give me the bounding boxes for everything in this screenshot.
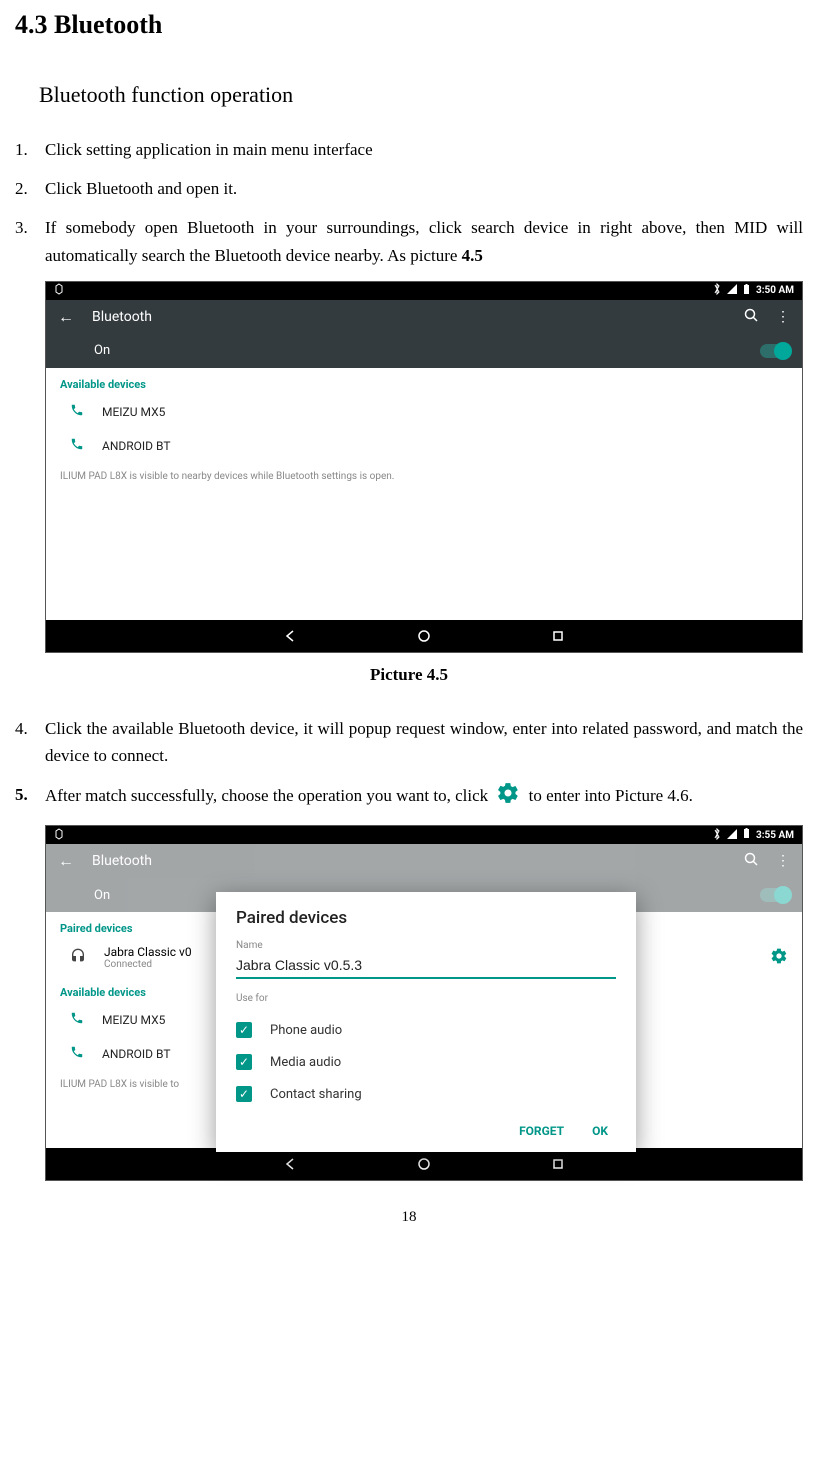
checkbox-checked-icon[interactable]: ✓ xyxy=(236,1022,252,1038)
step-text-part: If somebody open Bluetooth in your surro… xyxy=(45,218,803,264)
nav-home-icon[interactable] xyxy=(417,1157,431,1171)
nav-recent-icon[interactable] xyxy=(551,629,565,643)
step-4: 4. Click the available Bluetooth device,… xyxy=(15,715,803,769)
step-text: Click Bluetooth and open it. xyxy=(45,175,803,202)
page-title: Bluetooth xyxy=(92,853,726,869)
nav-back-icon[interactable] xyxy=(283,629,297,643)
step-text: If somebody open Bluetooth in your surro… xyxy=(45,214,803,268)
page-number: 18 xyxy=(15,1209,803,1226)
toggle-label: On xyxy=(94,343,110,358)
step-2: 2. Click Bluetooth and open it. xyxy=(15,175,803,202)
battery-icon xyxy=(743,828,750,842)
nav-bar xyxy=(46,1148,802,1180)
nav-back-icon[interactable] xyxy=(283,1157,297,1171)
device-row[interactable]: MEIZU MX5 xyxy=(46,395,802,429)
screenshot-paired-dialog: 3:55 AM ← Bluetooth ⋮ On Paired devices … xyxy=(45,825,803,1181)
step-number: 2. xyxy=(15,175,45,202)
option-label: Phone audio xyxy=(270,1023,342,1038)
subheading: Bluetooth function operation xyxy=(39,82,803,108)
device-name: MEIZU MX5 xyxy=(102,1013,165,1027)
headset-icon xyxy=(70,948,86,967)
picture-ref: 4.5 xyxy=(462,246,483,265)
ok-button[interactable]: OK xyxy=(592,1124,608,1138)
available-devices-label: Available devices xyxy=(46,368,802,395)
device-name: ANDROID BT xyxy=(102,439,171,453)
phone-icon xyxy=(70,1045,84,1063)
dialog-actions: FORGET OK xyxy=(236,1110,616,1142)
name-field-label: Name xyxy=(236,940,616,951)
option-label: Contact sharing xyxy=(270,1087,362,1102)
checkbox-checked-icon[interactable]: ✓ xyxy=(236,1086,252,1102)
step-text-part: After match successfully, choose the ope… xyxy=(45,786,488,805)
bluetooth-icon xyxy=(713,283,721,298)
bluetooth-toggle-row[interactable]: On xyxy=(46,334,802,368)
nav-bar xyxy=(46,620,802,652)
dialog-title: Paired devices xyxy=(236,908,616,928)
step-5: 5. After match successfully, choose the … xyxy=(15,781,803,813)
nav-recent-icon[interactable] xyxy=(551,1157,565,1171)
adb-icon xyxy=(54,828,64,843)
search-icon[interactable] xyxy=(744,852,758,870)
adb-icon xyxy=(54,283,64,298)
step-text-part: to enter into Picture 4.6. xyxy=(529,786,693,805)
device-row[interactable]: ANDROID BT xyxy=(46,429,802,463)
page-title: Bluetooth xyxy=(92,309,726,325)
switch-on[interactable] xyxy=(760,888,790,902)
media-audio-option[interactable]: ✓ Media audio xyxy=(236,1046,616,1078)
screenshot-bluetooth-list: 3:50 AM ← Bluetooth ⋮ On Available devic… xyxy=(45,281,803,653)
step-text: Click setting application in main menu i… xyxy=(45,136,803,163)
back-icon[interactable]: ← xyxy=(58,307,74,327)
step-number: 4. xyxy=(15,715,45,769)
step-number: 5. xyxy=(15,781,45,813)
nav-home-icon[interactable] xyxy=(417,629,431,643)
app-bar: ← Bluetooth ⋮ xyxy=(46,300,802,334)
status-bar: 3:50 AM xyxy=(46,282,802,300)
phone-audio-option[interactable]: ✓ Phone audio xyxy=(236,1014,616,1046)
status-time: 3:55 AM xyxy=(756,830,794,841)
paired-device-dialog: Paired devices Name Use for ✓ Phone audi… xyxy=(216,892,636,1152)
toggle-label: On xyxy=(94,888,110,903)
device-name: ANDROID BT xyxy=(102,1047,171,1061)
search-icon[interactable] xyxy=(744,308,758,326)
step-number: 1. xyxy=(15,136,45,163)
device-name: MEIZU MX5 xyxy=(102,405,165,419)
picture-caption: Picture 4.5 xyxy=(15,665,803,685)
back-icon[interactable]: ← xyxy=(58,851,74,871)
step-number: 3. xyxy=(15,214,45,268)
status-time: 3:50 AM xyxy=(756,285,794,296)
signal-icon xyxy=(727,284,737,297)
more-icon[interactable]: ⋮ xyxy=(776,309,790,325)
paired-device-status: Connected xyxy=(104,959,192,970)
status-bar: 3:55 AM xyxy=(46,826,802,844)
paired-device-name: Jabra Classic v0 xyxy=(104,945,192,959)
contact-sharing-option[interactable]: ✓ Contact sharing xyxy=(236,1078,616,1110)
visibility-note: ILIUM PAD L8X is visible to nearby devic… xyxy=(46,463,802,490)
gear-icon xyxy=(496,781,520,813)
bluetooth-icon xyxy=(713,828,721,843)
step-1: 1. Click setting application in main men… xyxy=(15,136,803,163)
section-heading: 4.3 Bluetooth xyxy=(15,10,803,40)
checkbox-checked-icon[interactable]: ✓ xyxy=(236,1054,252,1070)
gear-icon[interactable] xyxy=(770,947,788,968)
more-icon[interactable]: ⋮ xyxy=(776,853,790,869)
forget-button[interactable]: FORGET xyxy=(519,1124,564,1138)
switch-on[interactable] xyxy=(760,344,790,358)
step-text: Click the available Bluetooth device, it… xyxy=(45,715,803,769)
step-3: 3. If somebody open Bluetooth in your su… xyxy=(15,214,803,268)
battery-icon xyxy=(743,284,750,298)
device-name-input[interactable] xyxy=(236,953,616,979)
option-label: Media audio xyxy=(270,1055,341,1070)
signal-icon xyxy=(727,829,737,842)
app-bar: ← Bluetooth ⋮ xyxy=(46,844,802,878)
phone-icon xyxy=(70,1011,84,1029)
use-for-label: Use for xyxy=(236,993,616,1004)
step-text: After match successfully, choose the ope… xyxy=(45,781,803,813)
phone-icon xyxy=(70,403,84,421)
phone-icon xyxy=(70,437,84,455)
